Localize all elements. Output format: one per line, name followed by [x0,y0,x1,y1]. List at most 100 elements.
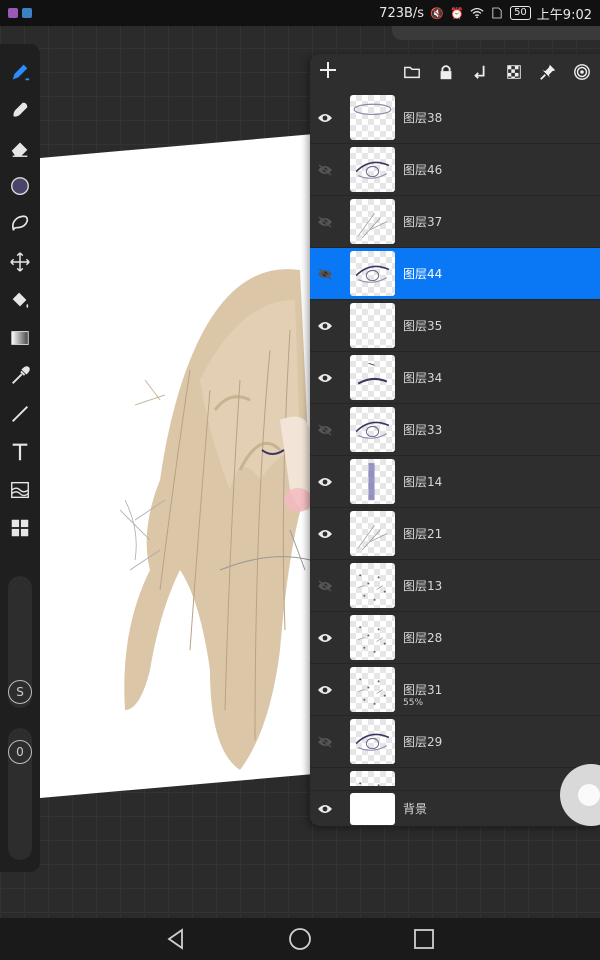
layer-row[interactable]: 图层33 [310,404,600,456]
layer-thumbnail [350,303,395,348]
visibility-eye-icon[interactable] [310,476,340,488]
layer-thumbnail [350,355,395,400]
status-bar: 723B/s 🔇 ⏰ 50 上午9:02 [0,0,600,26]
layer-name: 图层34 [403,371,443,385]
tool-sidebar: S 0 [0,44,40,872]
brush-icon[interactable] [6,58,34,86]
layer-opacity: 55% [403,698,424,708]
layer-name: 图层35 [403,319,443,333]
grid-icon[interactable] [6,514,34,542]
hidden-eye-icon[interactable] [310,735,340,748]
add-layer-icon[interactable] [318,60,342,84]
brush-size-knob[interactable]: S [8,680,32,704]
layer-row[interactable]: 图层37 [310,196,600,248]
visibility-eye-icon[interactable] [310,632,340,644]
layer-name: 图层28 [403,631,443,645]
layer-name: 图层38 [403,111,443,125]
app-notification-icon [22,8,32,18]
layer-name: 图层26 [403,785,442,786]
sim-icon [490,6,504,20]
layer-row[interactable]: 图层44 [310,248,600,300]
layer-row[interactable]: 图层46 [310,144,600,196]
layer-row[interactable]: 图层26 [310,768,600,786]
merge-down-icon[interactable] [470,62,490,82]
layer-row[interactable]: 图层14 [310,456,600,508]
home-icon[interactable] [288,927,312,951]
layer-thumbnail [350,719,395,764]
hidden-eye-icon[interactable] [310,423,340,436]
layers-panel: 图层38 图层46 图层37 图层44 图层35 图层34 图层33 图层14 图层21 图层13… [310,54,600,826]
layer-row[interactable]: 图层21 [310,508,600,560]
line-icon[interactable] [6,400,34,428]
hidden-eye-icon[interactable] [310,267,340,280]
layer-name: 图层29 [403,735,443,749]
visibility-eye-icon[interactable] [310,372,340,384]
layer-name: 图层21 [403,527,443,541]
mute-icon: 🔇 [430,6,444,20]
text-icon[interactable] [6,438,34,466]
layer-thumbnail [350,667,395,712]
alarm-icon: ⏰ [450,6,464,20]
artwork [119,269,312,770]
layer-row[interactable]: 图层35 [310,300,600,352]
layer-name: 图层46 [403,163,443,177]
lasso-icon[interactable] [6,210,34,238]
layer-row[interactable]: 图层28 [310,612,600,664]
color-swatch[interactable] [6,172,34,200]
visibility-eye-icon[interactable] [310,320,340,332]
layers-toolbar [310,54,600,90]
brush-opacity-knob[interactable]: 0 [8,740,32,764]
layer-thumbnail [350,407,395,452]
eyedropper-icon[interactable] [6,362,34,390]
filter-icon[interactable] [6,476,34,504]
background-layer-name: 背景 [403,802,428,816]
layer-thumbnail [350,251,395,296]
back-icon[interactable] [164,927,188,951]
layer-name: 图层44 [403,267,443,281]
eraser-icon[interactable] [6,134,34,162]
visibility-eye-icon[interactable] [310,684,340,696]
navigation-bar [0,918,600,960]
layer-name: 图层13 [403,579,443,593]
visibility-eye-icon[interactable] [310,803,340,815]
background-thumbnail [350,792,395,825]
battery-indicator: 50 [510,6,531,20]
smudge-icon[interactable] [6,96,34,124]
layer-thumbnail [350,771,395,786]
layer-thumbnail [350,459,395,504]
hidden-eye-icon[interactable] [310,215,340,228]
background-layer[interactable]: 背景 [310,790,600,826]
floating-button-center [578,784,600,806]
clock: 上午9:02 [536,7,592,23]
top-menu-handle[interactable] [392,26,600,40]
layer-name: 图层14 [403,475,443,489]
visibility-eye-icon[interactable] [310,528,340,540]
folder-icon[interactable] [402,62,422,82]
lock-icon[interactable] [436,62,456,82]
app-notification-icon [8,8,18,18]
layer-thumbnail [350,95,395,140]
wifi-icon [470,6,484,20]
transparency-icon[interactable] [504,62,524,82]
pin-icon[interactable] [538,62,558,82]
transform-icon[interactable] [6,248,34,276]
layer-row[interactable]: 图层34 [310,352,600,404]
fill-bucket-icon[interactable] [6,286,34,314]
layer-list[interactable]: 图层38 图层46 图层37 图层44 图层35 图层34 图层33 图层14 图层21 图层13… [310,92,600,786]
layer-row[interactable]: 图层31 55% [310,664,600,716]
layer-row[interactable]: 图层13 [310,560,600,612]
visibility-eye-icon[interactable] [310,112,340,124]
layer-thumbnail [350,511,395,556]
recents-icon[interactable] [412,927,436,951]
hidden-eye-icon[interactable] [310,163,340,176]
blend-mode-icon[interactable] [572,62,592,82]
layer-thumbnail [350,563,395,608]
layer-row[interactable]: 图层29 [310,716,600,768]
layer-row[interactable]: 图层38 [310,92,600,144]
layer-name: 图层33 [403,423,443,437]
layer-thumbnail [350,199,395,244]
layer-thumbnail [350,615,395,660]
hidden-eye-icon[interactable] [310,579,340,592]
notification-icons [8,8,32,18]
gradient-icon[interactable] [6,324,34,352]
